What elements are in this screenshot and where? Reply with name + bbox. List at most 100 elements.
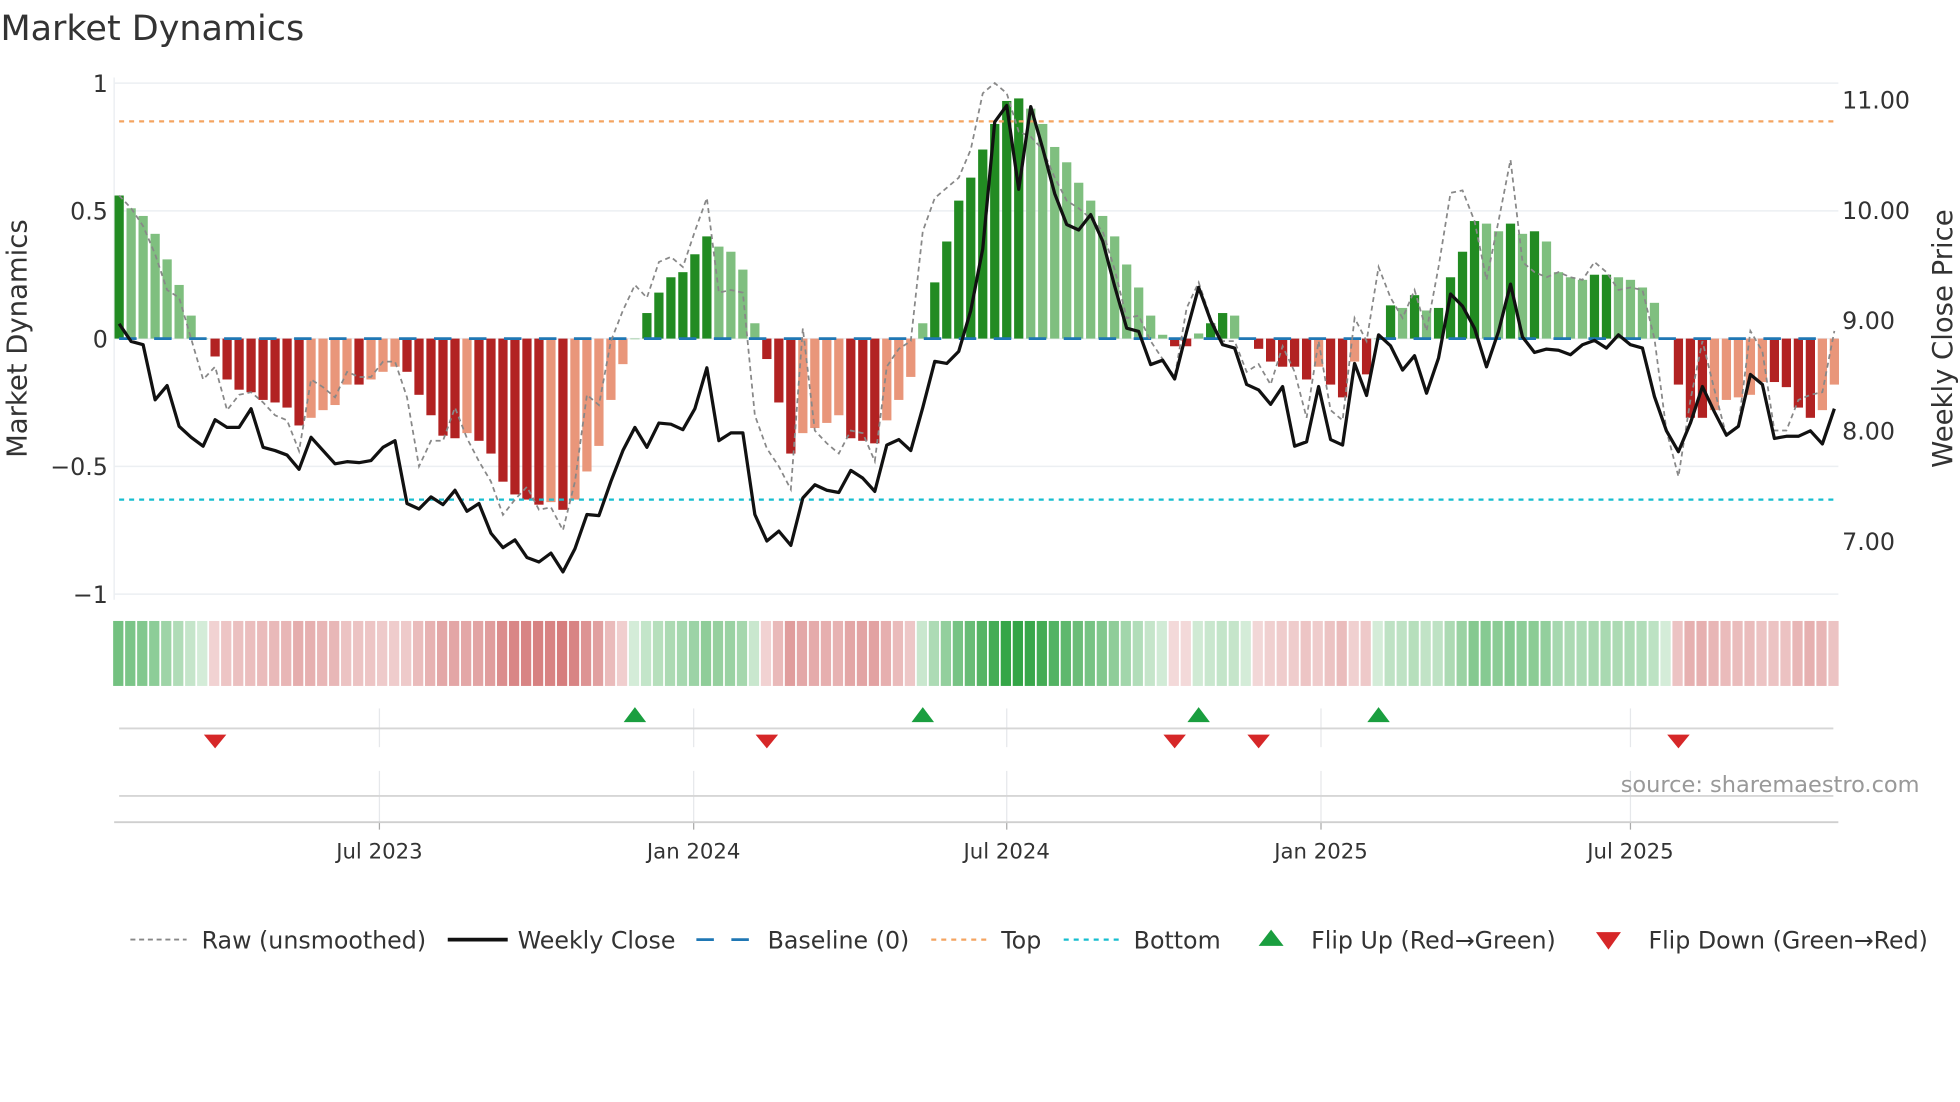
heatmap-cell [1780, 620, 1791, 686]
heatmap-cell [221, 620, 232, 686]
heatmap-cell [652, 620, 664, 686]
momentum-bar [810, 338, 820, 429]
heatmap-cell [1432, 620, 1443, 686]
momentum-bar [702, 236, 712, 339]
momentum-bar [1613, 277, 1624, 339]
heatmap-cell [832, 620, 844, 686]
heatmap-cell [772, 620, 784, 686]
momentum-bar [1457, 251, 1468, 339]
heatmap-cell [341, 620, 352, 686]
x-tick-label: Jan 2025 [1272, 839, 1368, 864]
heatmap-cell [125, 620, 136, 686]
heatmap-cell [1480, 620, 1491, 686]
heatmap-cell [940, 620, 952, 686]
heatmap-cell [389, 620, 400, 686]
momentum-bar [1541, 241, 1552, 339]
momentum-bar [678, 272, 688, 339]
momentum-bar [222, 338, 232, 380]
heatmap-cell [556, 620, 568, 686]
momentum-bar [498, 338, 508, 482]
heatmap-cell [808, 620, 820, 686]
heatmap-cell [1012, 620, 1023, 686]
flip-down-marker [755, 734, 779, 749]
momentum-bar [870, 338, 880, 444]
heatmap-cell [988, 620, 999, 686]
heatmap-cell [1648, 620, 1659, 686]
momentum-bar [930, 282, 940, 339]
flip-down-marker [1163, 734, 1186, 749]
momentum-bar [846, 338, 856, 439]
source-label: source: sharemaestro.com [1621, 772, 1920, 798]
heatmap-cell [305, 620, 316, 686]
momentum-bar [1577, 279, 1588, 339]
market-dynamics-chart: Market Dynamics Market Dynamics Weekly C… [0, 9, 1959, 954]
heatmap-cell [676, 620, 688, 686]
heatmap-cell [748, 620, 760, 686]
heatmap-cell [1672, 620, 1683, 686]
momentum-bar [1265, 338, 1276, 362]
heatmap-cell [856, 620, 868, 686]
heatmap-cell [436, 620, 448, 686]
momentum-bar [618, 338, 628, 365]
momentum-bar [894, 338, 904, 400]
heatmap-cell [964, 620, 976, 686]
momentum-bar [246, 338, 256, 393]
heatmap-cell [1180, 620, 1191, 686]
x-tick-label: Jan 2024 [645, 839, 741, 864]
heatmap-cell [904, 620, 916, 686]
heatmap-cell [1384, 620, 1395, 686]
momentum-bar [1349, 338, 1360, 362]
momentum-bar [534, 338, 544, 505]
momentum-bar [486, 338, 496, 454]
chart-title: Market Dynamics [0, 9, 304, 49]
heatmap-cell [496, 620, 508, 686]
heatmap-cell [1684, 620, 1695, 686]
heatmap-cell [1444, 620, 1455, 686]
momentum-bar [438, 338, 448, 436]
legend-label: Flip Down (Green→Red) [1648, 926, 1927, 954]
momentum-bar [858, 338, 868, 441]
momentum-bar [318, 338, 328, 411]
y2-axis-label: Weekly Close Price [1927, 209, 1959, 467]
heatmap-cell [1192, 620, 1203, 686]
momentum-bar [738, 269, 748, 339]
momentum-bar [834, 338, 844, 416]
heatmap-cell [1516, 620, 1527, 686]
heatmap-cell [173, 620, 184, 686]
momentum-bar [942, 241, 952, 339]
momentum-bar [954, 200, 964, 339]
momentum-bar [1505, 223, 1516, 339]
momentum-bar [558, 338, 568, 510]
flip-up-marker [911, 707, 935, 723]
heatmap-cell [1528, 620, 1539, 686]
heatmap-cell [688, 620, 700, 686]
heatmap-cell [712, 620, 724, 686]
heatmap-cell [1420, 620, 1431, 686]
heatmap-cell [796, 620, 808, 686]
heatmap-cell [1156, 620, 1167, 686]
heatmap-cell [700, 620, 712, 686]
heatmap-cell [544, 620, 556, 686]
heatmap-cell [161, 620, 172, 686]
momentum-bar [510, 338, 520, 495]
momentum-bar [1289, 338, 1300, 367]
momentum-bar [882, 338, 892, 421]
legend-label: Flip Up (Red→Green) [1311, 926, 1556, 954]
legend-label: Raw (unsmoothed) [202, 926, 426, 954]
heatmap-cell [532, 620, 544, 686]
heatmap-cell [1240, 620, 1251, 686]
heatmap-cell [413, 620, 424, 686]
heatmap-cell [1276, 620, 1287, 686]
heatmap-cell [1636, 620, 1647, 686]
heatmap-cell [1348, 620, 1359, 686]
momentum-bar [1158, 334, 1168, 339]
heatmap-cell [484, 620, 496, 686]
heatmap-cell [976, 620, 987, 686]
heatmap-cell [1360, 620, 1371, 686]
momentum-bar [654, 292, 664, 339]
heatmap-cell [472, 620, 484, 686]
momentum-bar [402, 338, 412, 372]
momentum-bar [426, 338, 436, 416]
heatmap-cell [1696, 620, 1707, 686]
heatmap-cell [724, 620, 736, 686]
